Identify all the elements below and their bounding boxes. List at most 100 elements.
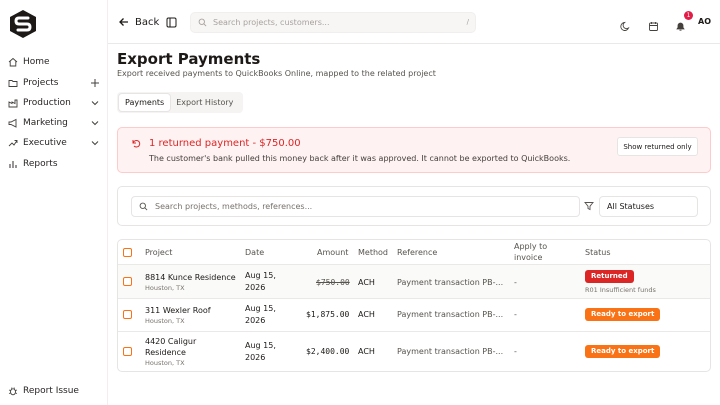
row-method: ACH: [358, 347, 375, 356]
row-checkbox[interactable]: [123, 347, 132, 356]
status-note: R01 Insufficient funds: [585, 286, 656, 294]
report-issue-link[interactable]: Report Issue: [8, 381, 102, 401]
chevron-down-icon[interactable]: [90, 118, 100, 128]
trend-icon: [8, 138, 18, 148]
row-date-line1: Aug 15,: [245, 304, 276, 313]
search-icon: [198, 18, 207, 27]
calendar-icon[interactable]: [648, 17, 659, 31]
nav-item-label: Production: [23, 98, 71, 108]
app-logo-icon[interactable]: [8, 9, 38, 39]
tab-list: Payments Export History: [117, 92, 243, 113]
arrow-left-icon: [119, 18, 128, 26]
header-method: Method: [358, 248, 389, 257]
search-placeholder: Search projects, customers...: [213, 18, 330, 27]
header-reference: Reference: [397, 248, 438, 257]
filter-bar: Search projects, methods, references... …: [117, 186, 711, 226]
row-project-line1: 4420 Caligur: [145, 337, 197, 346]
header-apply-line1: Apply to: [514, 242, 548, 251]
bar-chart-icon: [8, 159, 18, 169]
nav-item-label: Projects: [23, 78, 59, 88]
header-amount: Amount: [317, 248, 349, 257]
row-date-line1: Aug 15,: [245, 341, 276, 350]
status-filter-select[interactable]: All Statuses: [599, 196, 698, 217]
topbar: Back Search projects, customers... / 1 A…: [108, 0, 720, 44]
table-row[interactable]: 4420 Caligur Residence Houston, TX Aug 1…: [118, 331, 710, 371]
alert-description: The customer's bank pulled this money ba…: [149, 154, 571, 163]
nav-item-executive[interactable]: Executive: [8, 133, 102, 153]
header-date: Date: [245, 248, 265, 257]
status-badge: Returned: [585, 270, 634, 283]
row-location: Houston, TX: [145, 317, 185, 325]
row-apply-to: -: [514, 278, 517, 287]
page-subtitle: Export received payments to QuickBooks O…: [117, 69, 436, 78]
row-amount: $1,875.00: [306, 310, 350, 319]
undo-icon: [132, 139, 141, 148]
row-reference: Payment transaction PB-...: [397, 310, 504, 319]
tab-payments[interactable]: Payments: [119, 94, 171, 111]
row-date-line2: 2026: [245, 353, 266, 362]
nav-item-production[interactable]: Production: [8, 93, 102, 113]
show-returned-only-button[interactable]: Show returned only: [617, 137, 698, 156]
nav-item-label: Home: [23, 57, 50, 67]
plus-icon[interactable]: [90, 78, 100, 88]
row-checkbox[interactable]: [123, 277, 132, 286]
sidebar-toggle-icon[interactable]: [166, 17, 177, 28]
nav-item-label: Reports: [23, 159, 58, 169]
row-location: Houston, TX: [145, 284, 185, 292]
search-shortcut: /: [466, 18, 469, 26]
avatar[interactable]: AO: [698, 17, 711, 26]
search-icon: [139, 202, 148, 211]
nav-item-label: Marketing: [23, 118, 68, 128]
row-apply-to: -: [514, 347, 517, 356]
table-row[interactable]: 311 Wexler Roof Houston, TX Aug 15, 2026…: [118, 298, 710, 331]
row-location: Houston, TX: [145, 359, 185, 367]
row-project: 311 Wexler Roof: [145, 306, 211, 315]
payments-table: Project Date Amount Method Reference App…: [117, 239, 711, 372]
sidebar: Home Projects Production Marketing Execu…: [0, 0, 108, 405]
megaphone-icon: [8, 118, 18, 128]
page-title: Export Payments: [117, 50, 261, 68]
header-status: Status: [585, 248, 611, 257]
nav-item-projects[interactable]: Projects: [8, 73, 102, 93]
row-checkbox[interactable]: [123, 310, 132, 319]
alert-title: 1 returned payment - $750.00: [149, 138, 301, 149]
payments-search-placeholder: Search projects, methods, references...: [155, 202, 313, 211]
row-project-line2: Residence: [145, 348, 186, 357]
header-project: Project: [145, 248, 173, 257]
status-badge: Ready to export: [585, 308, 661, 321]
row-date-line2: 2026: [245, 283, 266, 292]
back-label: Back: [135, 16, 160, 28]
row-reference: Payment transaction PB-...: [397, 347, 504, 356]
folder-icon: [8, 78, 18, 88]
row-amount: $2,400.00: [306, 347, 350, 356]
back-button[interactable]: Back: [118, 16, 159, 28]
row-date-line2: 2026: [245, 316, 266, 325]
select-all-checkbox[interactable]: [123, 248, 132, 257]
row-project: 8814 Kunce Residence: [145, 273, 236, 282]
chevron-down-icon[interactable]: [90, 98, 100, 108]
home-icon: [8, 57, 18, 67]
row-reference: Payment transaction PB-...: [397, 278, 504, 287]
row-date-line1: Aug 15,: [245, 271, 276, 280]
nav-item-label: Executive: [23, 138, 67, 148]
factory-icon: [8, 98, 18, 108]
nav-item-home[interactable]: Home: [8, 52, 102, 72]
row-method: ACH: [358, 278, 375, 287]
report-issue-label: Report Issue: [23, 386, 79, 396]
moon-icon[interactable]: [620, 17, 631, 31]
returned-payment-alert: 1 returned payment - $750.00 The custome…: [117, 127, 711, 173]
payments-search-input[interactable]: Search projects, methods, references...: [131, 196, 580, 217]
bug-icon: [8, 386, 18, 396]
chevron-down-icon[interactable]: [90, 138, 100, 148]
notification-badge: 1: [684, 11, 693, 20]
global-search-input[interactable]: Search projects, customers... /: [190, 12, 476, 33]
tab-export-history[interactable]: Export History: [170, 94, 239, 111]
filter-icon[interactable]: [584, 201, 594, 211]
nav-item-marketing[interactable]: Marketing: [8, 113, 102, 133]
row-method: ACH: [358, 310, 375, 319]
status-badge: Ready to export: [585, 345, 661, 358]
table-row[interactable]: 8814 Kunce Residence Houston, TX Aug 15,…: [118, 264, 710, 298]
row-apply-to: -: [514, 310, 517, 319]
nav-item-reports[interactable]: Reports: [8, 154, 102, 174]
row-amount: $750.00: [316, 278, 350, 287]
